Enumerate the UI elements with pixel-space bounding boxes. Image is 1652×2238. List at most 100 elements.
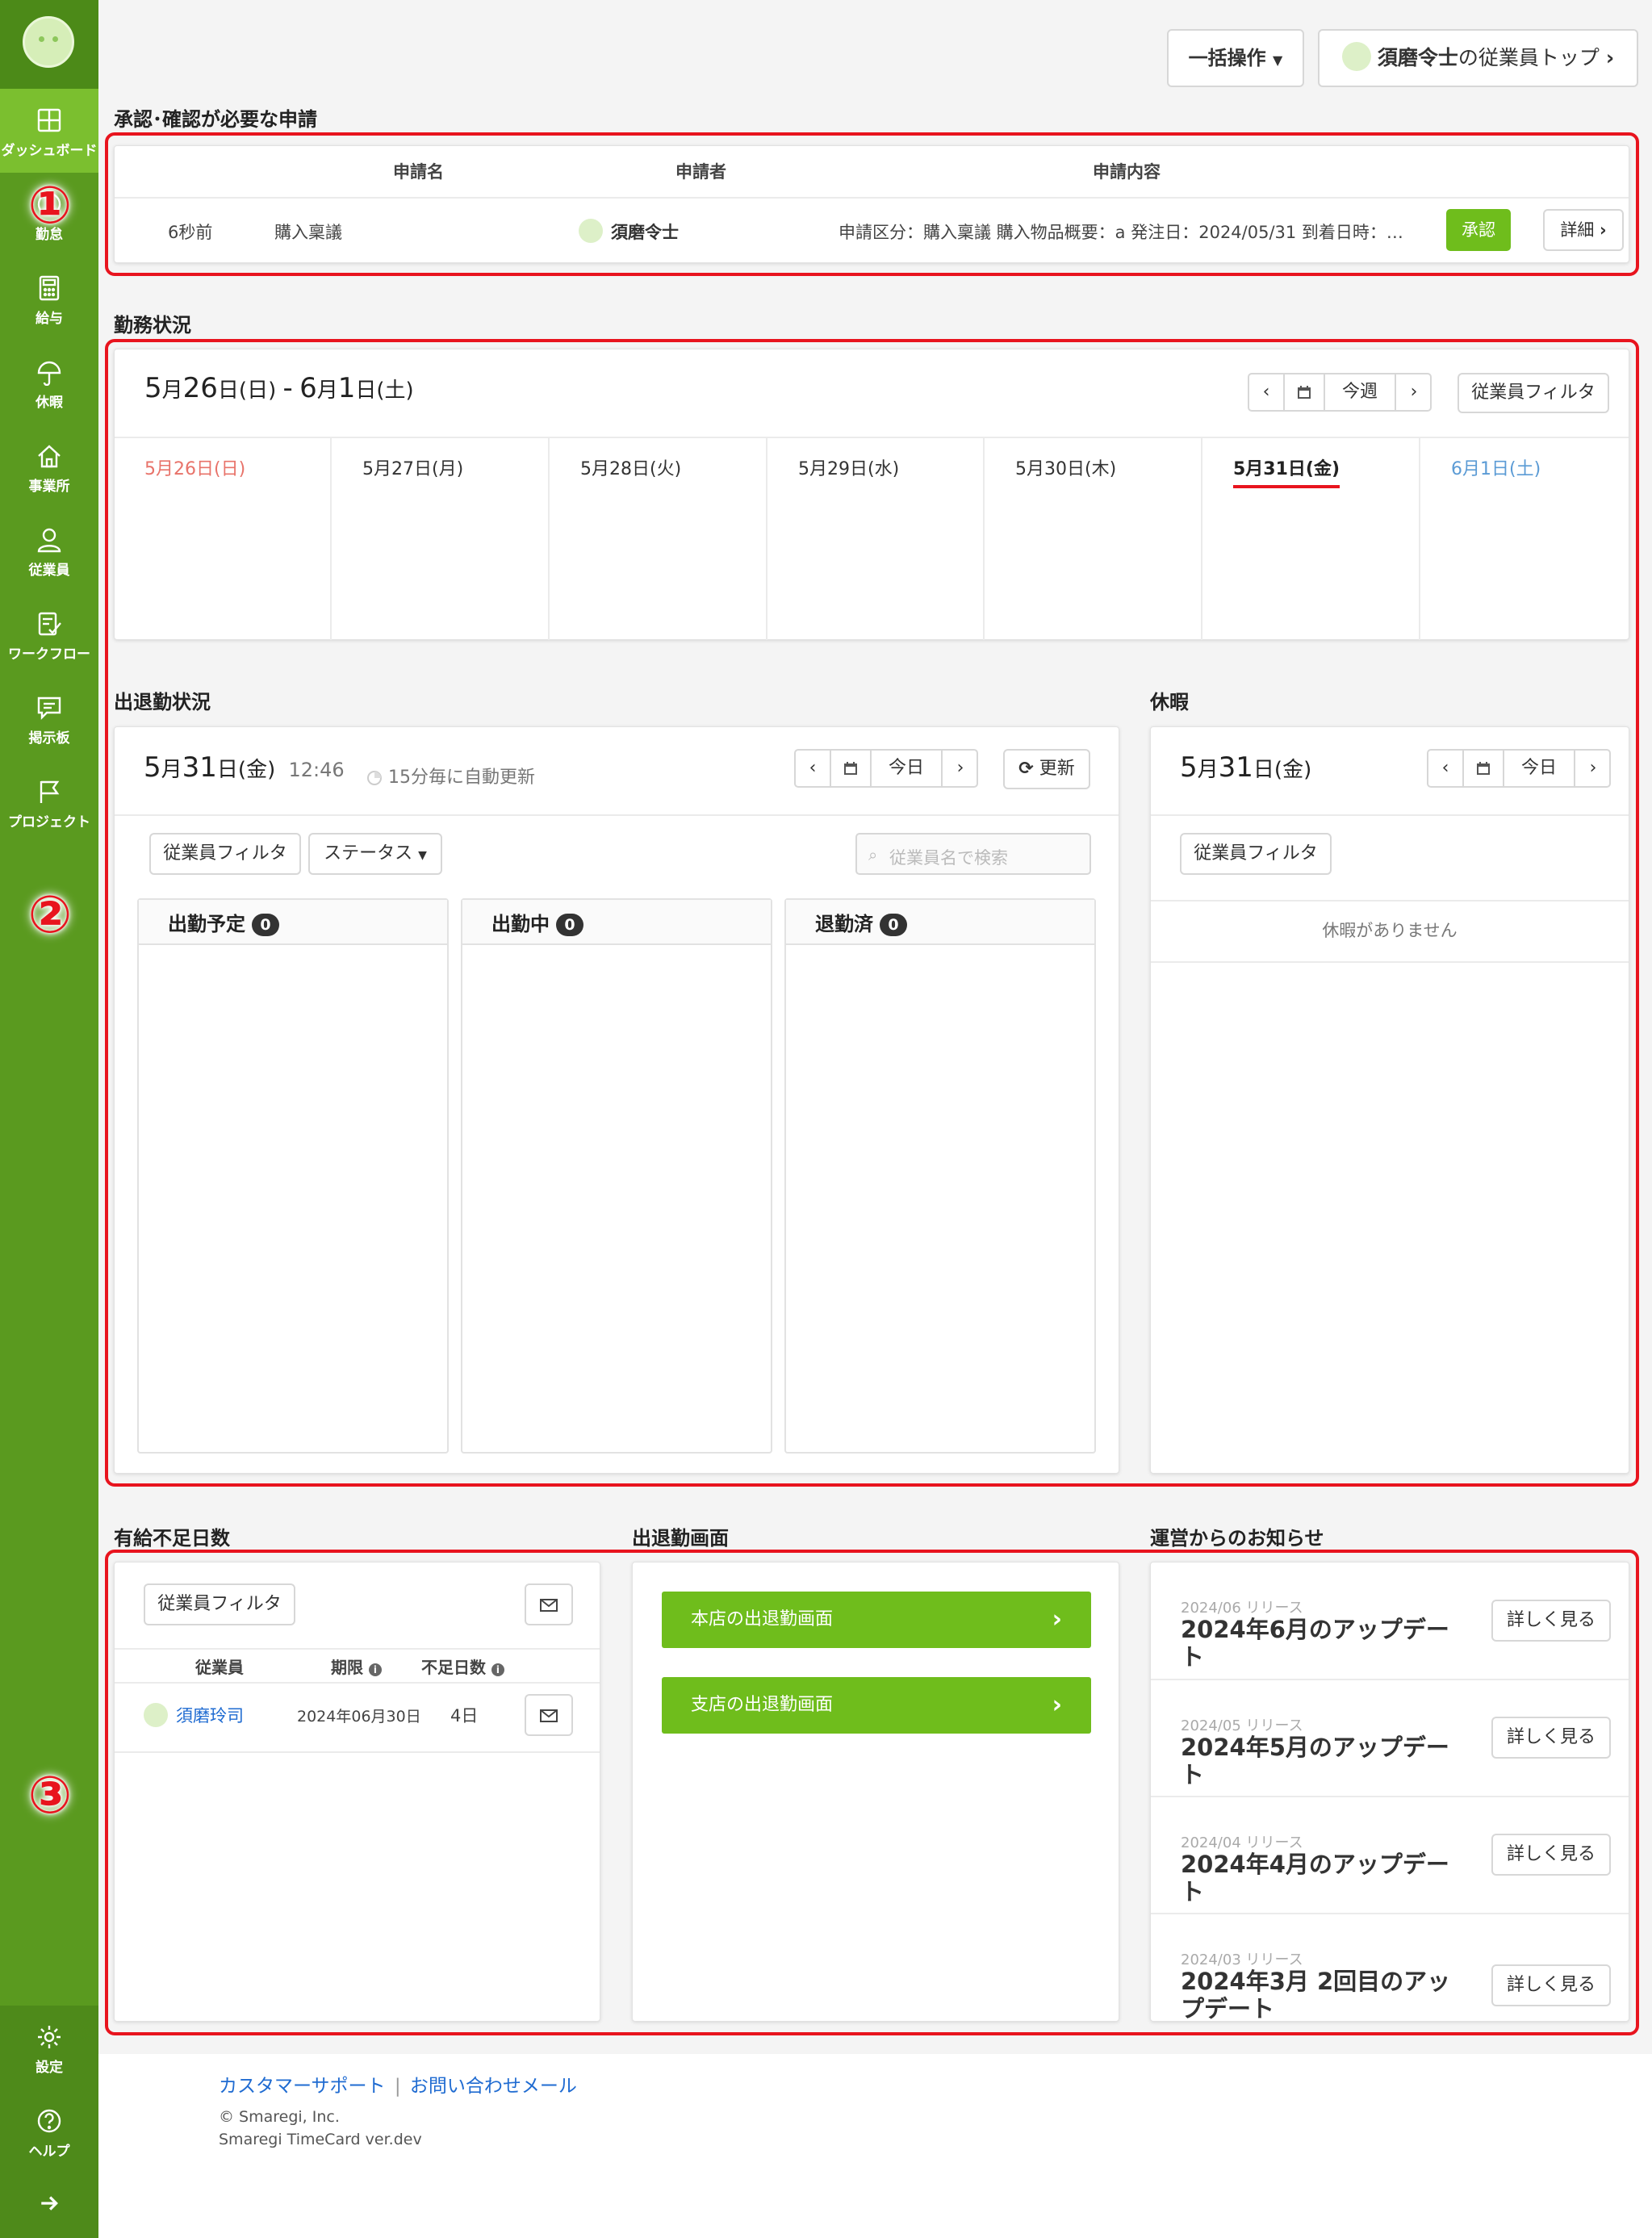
smile-logo-icon [23,16,74,68]
news-more-button-2[interactable]: 詳しく見る [1491,1717,1611,1759]
prev-day-button[interactable]: ‹ [796,751,831,786]
main-store-clock-label: 本店の出退勤画面 [691,1609,834,1629]
paid-leave-employee-link[interactable]: 須磨玲司 [176,1703,244,1727]
next-day-button[interactable]: › [943,751,978,786]
nav-dashboard[interactable]: ダッシュボード [0,89,98,173]
app-logo[interactable] [0,0,98,89]
left-label: 退勤済 [815,913,873,935]
news-date-2: 2024/05 リリース [1181,1717,1303,1734]
employee-search-placeholder: 従業員名で検索 [889,848,1008,868]
day-cell-wed[interactable]: 5月29日(水) [767,437,985,640]
nav-board-label: 掲示板 [28,730,70,747]
nav-project-label: プロジェクト [8,814,90,830]
paid-leave-mail-all-button[interactable] [525,1583,573,1625]
nav-payroll[interactable]: 給与 [0,257,98,341]
envelope-icon [540,1709,558,1722]
leave-prev-day-button[interactable]: ‹ [1428,751,1464,786]
leave-filter-button[interactable]: 従業員フィルタ [1180,833,1332,875]
collapse-sidebar-button[interactable] [0,2193,98,2217]
day-cell-thu[interactable]: 5月30日(木) [985,437,1202,640]
news-more-button-3[interactable]: 詳しく見る [1491,1834,1611,1876]
paid-leave-mail-button[interactable] [525,1694,573,1736]
employee-top-button[interactable]: 須磨令士の従業員トップ › [1318,29,1638,87]
leave-calendar-button[interactable] [1464,751,1504,786]
calendar-icon [1298,386,1311,399]
next-week-button[interactable]: › [1396,374,1432,410]
day-calendar-button[interactable] [831,751,872,786]
arrow-right-icon [41,2196,58,2211]
calendar-icon [1477,762,1490,775]
employee-search-input[interactable]: ⌕ 従業員名で検索 [855,833,1091,875]
applicant-avatar [579,219,603,243]
branch-store-clock-button[interactable]: 支店の出退勤画面 › [662,1677,1091,1734]
leave-panel: 5月31日(金) ‹ 今日 › 従業員フィルタ 休暇がありません [1150,726,1629,1474]
approval-detail-button[interactable]: 詳細 › [1543,209,1624,251]
nav-settings[interactable]: 設定 [0,2006,98,2089]
contact-mail-link[interactable]: お問い合わせメール [410,2076,577,2097]
nav-project[interactable]: プロジェクト [0,760,98,844]
this-week-button[interactable]: 今週 [1325,374,1396,410]
auto-update-note: 15分毎に自動更新 [366,763,535,789]
day-label-fri: 5月31日(金) [1233,454,1340,488]
approvals-panel: 申請名 申請者 申請内容 6秒前 購入稟議 須磨令士 申請区分：購入稟議 購入物… [114,145,1629,263]
day-label-tue: 5月28日(火) [580,459,682,479]
range-start-month: 5 [144,372,162,404]
news-more-button-1[interactable]: 詳しく見る [1491,1600,1611,1642]
left-count: 0 [880,914,907,936]
range-end-month: 6 [299,372,317,404]
attendance-date-month: 5 [144,751,161,784]
range-start-day: 26 [182,372,218,404]
news-more-button-4[interactable]: 詳しく見る [1491,1964,1611,2006]
day-cell-tue[interactable]: 5月28日(火) [550,437,767,640]
day-cell-mon[interactable]: 5月27日(月) [332,437,550,640]
search-icon: ⌕ [868,845,878,864]
timer-icon [367,771,382,785]
news-title-1: 2024年6月のアップデート [1181,1616,1449,1671]
nav-employees[interactable]: 従業員 [0,508,98,592]
approval-content: 申請区分：購入稟議 購入物品概要：a 発注日：2024/05/31 到着日時：… [839,223,1403,242]
leave-date-month: 5 [1180,751,1198,784]
day-cell-fri[interactable]: 5月31日(金) [1202,437,1420,640]
day-cell-sat[interactable]: 6月1日(土) [1420,437,1628,640]
nav-leave-label: 休暇 [36,395,63,411]
week-calendar-button[interactable] [1285,374,1325,410]
status-column-left: 退勤済 0 [784,898,1096,1454]
paid-leave-col-short: 不足日数 i [421,1654,504,1678]
day-cell-sun[interactable]: 5月26日(日) [114,437,332,640]
customer-support-link[interactable]: カスタマーサポート [219,2076,386,2097]
attendance-date: 5月31日(金) 12:46 [144,751,345,784]
workflow-icon [38,612,61,636]
paid-leave-col-employee: 従業員 [195,1658,244,1677]
refresh-button[interactable]: ⟳ 更新 [1003,749,1090,789]
today-button[interactable]: 今日 [872,751,943,786]
nav-workflow[interactable]: ワークフロー [0,592,98,676]
column-title-working: 出勤中 0 [491,908,583,936]
news-panel: 2024/06 リリース 2024年6月のアップデート 詳しく見る 2024/0… [1150,1562,1629,2022]
work-status-filter-button[interactable]: 従業員フィルタ [1458,373,1609,413]
nav-help-label: ヘルプ [28,2144,70,2160]
help-icon [37,2109,61,2133]
paid-leave-col-deadline: 期限 i [331,1654,382,1678]
calendar-icon [844,762,857,775]
nav-office[interactable]: 事業所 [0,425,98,508]
status-dropdown[interactable]: ステータス ▼ [308,833,442,875]
caret-down-icon: ▼ [418,849,427,862]
prev-week-button[interactable]: ‹ [1249,374,1285,410]
leave-today-button[interactable]: 今日 [1504,751,1575,786]
nav-help[interactable]: ヘルプ [0,2089,98,2173]
nav-leave[interactable]: 休暇 [0,341,98,425]
attendance-filter-button[interactable]: 従業員フィルタ [149,833,301,875]
paid-leave-days: 4日 [450,1706,479,1726]
bulk-action-button[interactable]: 一括操作 ▼ [1167,29,1304,87]
annotation-badge-3: ③ [27,1766,73,1826]
leave-next-day-button[interactable]: › [1575,751,1611,786]
approve-button[interactable]: 承認 [1446,209,1511,251]
caret-down-icon: ▼ [1273,52,1283,68]
day-label-sat: 6月1日(土) [1451,459,1541,479]
sidebar-bottom: 設定 ヘルプ [0,2006,98,2238]
range-end-day: 1 [337,372,356,404]
main-store-clock-button[interactable]: 本店の出退勤画面 › [662,1592,1091,1648]
nav-board[interactable]: 掲示板 [0,676,98,760]
paid-leave-filter-button[interactable]: 従業員フィルタ [144,1583,295,1625]
auto-update-label: 15分毎に自動更新 [388,768,535,788]
